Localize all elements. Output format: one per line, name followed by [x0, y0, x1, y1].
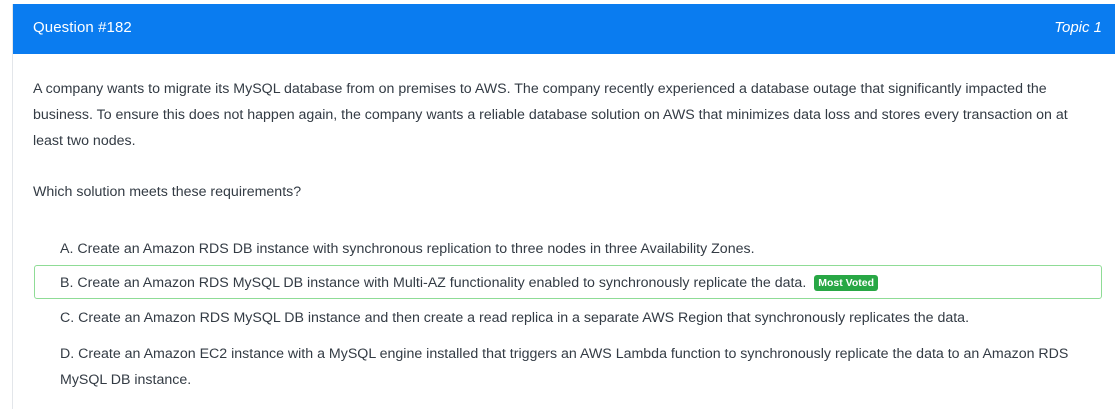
choice-c-text: C. Create an Amazon RDS MySQL DB instanc…: [60, 310, 970, 326]
question-number: Question #182: [33, 19, 132, 36]
question-card: Question #182 Topic 1 A company wants to…: [12, 4, 1115, 409]
question-body: A company wants to migrate its MySQL dat…: [33, 81, 1068, 149]
most-voted-badge: Most Voted: [814, 275, 879, 291]
question-header: Question #182 Topic 1: [13, 4, 1115, 54]
choice-d-text: D. Create an Amazon EC2 instance with a …: [60, 346, 1069, 388]
topic-label: Topic 1: [1054, 19, 1102, 36]
question-prompt: Which solution meets these requirements?: [33, 184, 302, 200]
choice-b-text: B. Create an Amazon RDS MySQL DB instanc…: [60, 275, 807, 291]
choice-a[interactable]: A. Create an Amazon RDS DB instance with…: [34, 233, 1102, 263]
choice-b[interactable]: B. Create an Amazon RDS MySQL DB instanc…: [34, 265, 1102, 299]
choice-a-text: A. Create an Amazon RDS DB instance with…: [60, 241, 755, 257]
choice-c[interactable]: C. Create an Amazon RDS MySQL DB instanc…: [34, 302, 1102, 332]
choice-d[interactable]: D. Create an Amazon EC2 instance with a …: [34, 338, 1102, 394]
